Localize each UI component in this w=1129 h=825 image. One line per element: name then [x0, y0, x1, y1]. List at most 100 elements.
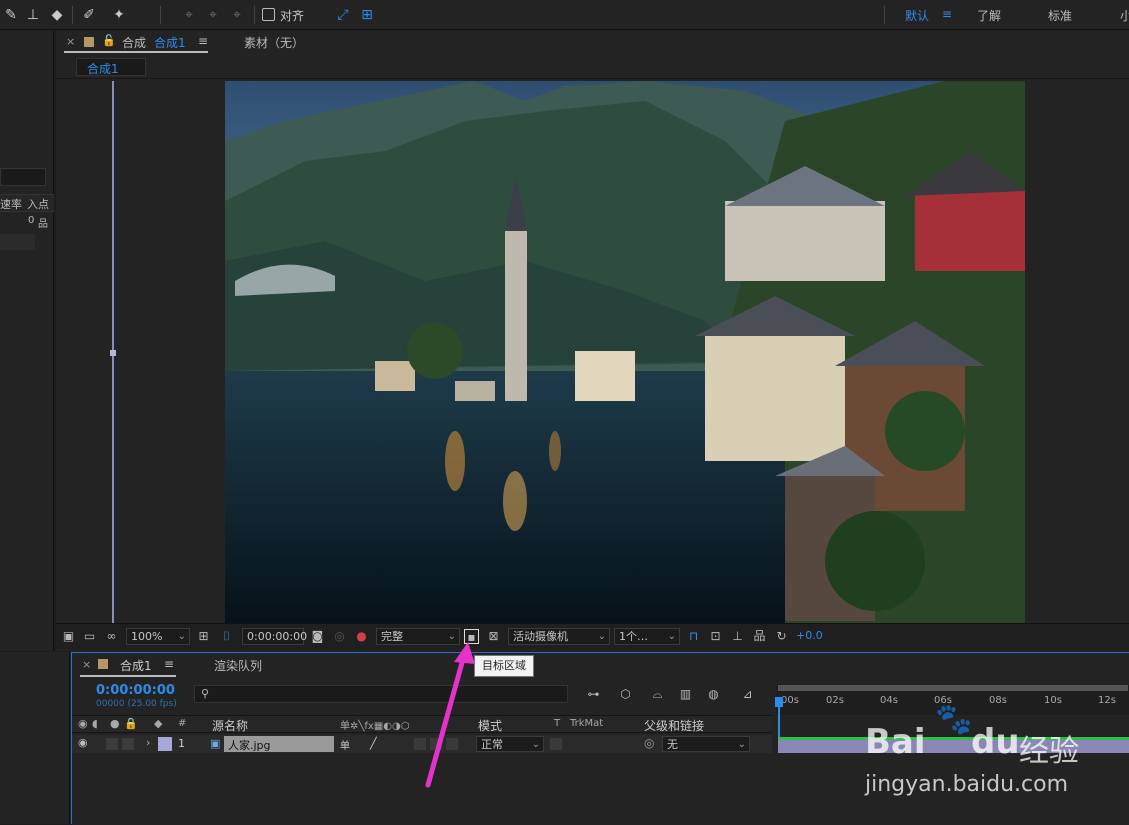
- viewer-tabs: × 🔓 合成 合成1 ≡ 素材（无） 合成1: [56, 31, 1129, 79]
- snap-edge-icon[interactable]: ⤢: [334, 6, 352, 24]
- column-source-name[interactable]: 源名称: [212, 717, 248, 734]
- layer-switches-icon: 单✲╲fx▦◐◑⬡: [340, 721, 410, 732]
- chevron-down-icon: ⌄: [531, 739, 540, 750]
- motion-blur-icon[interactable]: ◍: [706, 687, 721, 702]
- axis-local-icon[interactable]: ⌖: [180, 6, 198, 24]
- snapshot-icon[interactable]: ◙: [310, 629, 325, 644]
- column-parent[interactable]: 父级和链接: [644, 717, 704, 734]
- snap-checkbox[interactable]: [262, 8, 275, 21]
- label-color-swatch[interactable]: [158, 737, 172, 751]
- tab-timeline-comp[interactable]: 合成1: [120, 657, 152, 674]
- pick-whip-icon[interactable]: ◎: [644, 736, 654, 750]
- quality-switch[interactable]: ╱: [370, 737, 377, 750]
- shy-switch[interactable]: 单: [340, 737, 350, 752]
- composition-color-icon: [84, 37, 94, 47]
- layer-search-input[interactable]: ⚲: [194, 685, 568, 703]
- close-icon[interactable]: ×: [82, 658, 91, 671]
- flowchart-icon[interactable]: 品: [752, 629, 767, 644]
- eye-icon[interactable]: ◉: [78, 736, 88, 749]
- video-switch-icon[interactable]: ◉: [78, 717, 88, 730]
- column-trkmat[interactable]: TrkMat: [570, 718, 603, 729]
- exposure-value[interactable]: +0.0: [796, 629, 823, 642]
- audio-switch-icon[interactable]: ◖: [92, 717, 98, 730]
- mask-visibility-icon[interactable]: ⌷: [219, 629, 234, 644]
- reset-exposure-icon[interactable]: ↻: [774, 629, 789, 644]
- comp-breadcrumb[interactable]: 合成1: [76, 58, 146, 76]
- solo-toggle[interactable]: [106, 738, 118, 750]
- tab-menu-icon[interactable]: ≡: [198, 34, 208, 48]
- zoom-value: 100%: [131, 630, 163, 643]
- parent-dropdown[interactable]: 无 ⌄: [662, 736, 750, 752]
- frame-blending-icon[interactable]: ▥: [678, 687, 693, 702]
- zoom-dropdown[interactable]: 100% ⌄: [126, 628, 190, 645]
- label-tag-icon[interactable]: ◆: [154, 717, 162, 730]
- breadcrumb-comp[interactable]: 合成1: [87, 60, 119, 77]
- column-preserve-transparency: T: [554, 718, 561, 729]
- hierarchy-icon[interactable]: 品: [38, 215, 48, 230]
- solo-switch-icon[interactable]: ●: [110, 717, 120, 730]
- axis-view-icon[interactable]: ⌖: [228, 6, 246, 24]
- lock-icon[interactable]: 🔓: [102, 34, 116, 47]
- chevron-down-icon: ⌄: [177, 631, 186, 642]
- column-mode[interactable]: 模式: [478, 717, 502, 734]
- tab-comp-name[interactable]: 合成1: [154, 34, 186, 51]
- work-area-bar[interactable]: [778, 685, 1128, 691]
- monitor-icon[interactable]: ▭: [82, 629, 97, 644]
- axis-world-icon[interactable]: ⌖: [204, 6, 222, 24]
- eraser-icon[interactable]: ◆: [48, 6, 66, 24]
- transparency-grid-icon[interactable]: ⊠: [486, 629, 501, 644]
- draft-3d-icon[interactable]: ⬡: [618, 687, 633, 702]
- camera-value: 活动摄像机: [513, 630, 568, 643]
- lock-toggle[interactable]: [122, 738, 134, 750]
- views-dropdown[interactable]: 1个… ⌄: [614, 628, 680, 645]
- workspace-menu-icon[interactable]: ≡: [942, 7, 952, 21]
- tab-footage[interactable]: 素材（无）: [244, 34, 304, 51]
- tab-comp-prefix[interactable]: 合成: [122, 34, 146, 51]
- guide-handle[interactable]: [110, 350, 116, 356]
- composition-viewer[interactable]: [56, 81, 1129, 623]
- 3d-glasses-icon[interactable]: ∞: [104, 629, 119, 644]
- chevron-right-icon[interactable]: ›: [146, 736, 150, 749]
- channel-icon[interactable]: ●: [354, 629, 369, 644]
- in-point-value: 0: [28, 215, 35, 226]
- layer-name-field[interactable]: 人家.jpg: [224, 736, 334, 752]
- shy-layers-icon[interactable]: ⌓: [650, 687, 665, 702]
- footage-image[interactable]: [225, 81, 1025, 623]
- timeline-icon[interactable]: ⊥: [730, 629, 745, 644]
- project-search[interactable]: [0, 168, 46, 186]
- parent-value: 无: [667, 738, 678, 751]
- puppet-pin-icon[interactable]: ✦: [110, 6, 128, 24]
- lock-switch-icon[interactable]: 🔒: [124, 717, 138, 730]
- show-snapshot-icon[interactable]: ◎: [332, 629, 347, 644]
- comp-mini-flowchart-icon[interactable]: ⊶: [586, 687, 601, 702]
- snap-feature-icon[interactable]: ⊞: [358, 6, 376, 24]
- timeline-timecode[interactable]: 0:00:00:00: [96, 683, 175, 698]
- fast-preview-icon[interactable]: ⊡: [708, 629, 723, 644]
- toggle-pixel-aspect-icon[interactable]: ⊓: [686, 629, 701, 644]
- chevron-down-icon: ⌄: [597, 631, 606, 642]
- workspace-learn[interactable]: 了解: [977, 7, 1001, 24]
- current-time-indicator[interactable]: [775, 697, 783, 707]
- timecode-field[interactable]: 0:00:00:00: [242, 628, 308, 645]
- brush-icon[interactable]: ✎: [2, 6, 20, 24]
- title-action-safe-icon[interactable]: ⊞: [196, 629, 211, 644]
- blend-mode-dropdown[interactable]: 正常 ⌄: [476, 736, 544, 752]
- layer-row[interactable]: [0, 234, 35, 250]
- camera-dropdown[interactable]: 活动摄像机 ⌄: [508, 628, 610, 645]
- toolbar-divider: [72, 6, 73, 24]
- workspace-default[interactable]: 默认: [905, 7, 929, 24]
- watermark-brand-right: du: [971, 722, 1020, 762]
- timeline-left-empty: [0, 652, 70, 824]
- preserve-transparency-toggle[interactable]: [550, 738, 562, 750]
- close-icon[interactable]: ×: [66, 35, 75, 48]
- tools-toolbar: ✎ ⊥ ◆ ✐ ✦ ⌖ ⌖ ⌖ 对齐 ⤢ ⊞ 默认 ≡ 了解 标准 小: [0, 0, 1129, 30]
- workspace-small[interactable]: 小: [1120, 7, 1129, 24]
- roto-brush-icon[interactable]: ✐: [80, 6, 98, 24]
- stamp-icon[interactable]: ⊥: [24, 6, 42, 24]
- tab-render-queue[interactable]: 渲染队列: [214, 657, 262, 674]
- tab-menu-icon[interactable]: ≡: [164, 657, 174, 671]
- viewer-timecode: 0:00:00:00: [247, 630, 308, 643]
- graph-editor-icon[interactable]: ⊿: [740, 687, 755, 702]
- always-preview-icon[interactable]: ▣: [61, 629, 76, 644]
- workspace-standard[interactable]: 标准: [1048, 7, 1072, 24]
